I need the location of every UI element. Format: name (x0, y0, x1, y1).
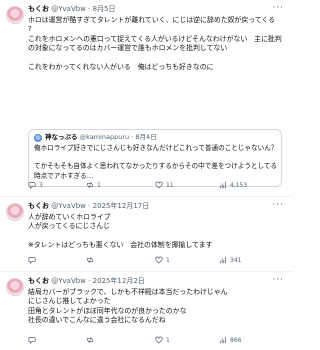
post-text: 人が辞めていくホロライブ 人が戻ってくるにじさんじ ※タレントはどっちも悪くない… (28, 213, 213, 250)
heart-icon (155, 336, 163, 344)
author-handle[interactable]: @YvaVbw (51, 202, 86, 210)
quoted-date: 8月4日 (135, 133, 157, 141)
views-count: 341 (230, 256, 242, 264)
reply-icon (28, 182, 36, 189)
quoted-author-handle: @kaminappuru (79, 133, 130, 141)
more-options-button[interactable]: ··· (272, 3, 284, 13)
reply-icon (28, 257, 36, 264)
quoted-author-name: 神なっぷる (45, 133, 78, 141)
repost-icon (87, 181, 93, 189)
views-icon (220, 256, 226, 264)
post-date[interactable]: 8月5日 (93, 5, 116, 13)
repost-icon (87, 256, 93, 264)
views-button[interactable]: 4,153 (219, 181, 247, 189)
like-button[interactable]: 11 (155, 181, 174, 189)
avatar[interactable] (6, 278, 24, 296)
author-name[interactable]: もくお (28, 202, 49, 210)
more-options-button[interactable]: ··· (272, 200, 284, 210)
views-button[interactable]: 866 (219, 336, 241, 344)
post-1[interactable]: もくお @YvaVbw · 8月5日 ··· ホロは運営が酷すぎてタレントが離れ… (0, 0, 292, 197)
post-text: 結局カバーがブラックで、しかも不祥殿は本当だったわけじゃん にじさんじ推してよか… (28, 288, 228, 325)
like-count: 11 (166, 181, 174, 189)
avatar[interactable] (6, 6, 24, 24)
post-actions: 3 1 11 4,153 (28, 181, 286, 191)
reply-count: 3 (39, 181, 43, 189)
post-actions: 1 866 (28, 336, 286, 346)
author-name[interactable]: もくお (28, 277, 49, 285)
more-options-button[interactable]: ··· (272, 275, 284, 285)
post-actions: 1 341 (28, 256, 286, 266)
repost-button[interactable] (86, 336, 97, 344)
quoted-post[interactable]: 神なっぷる @kaminappuru · 8月4日 俺ホロライブ好きでにじさんじ… (28, 129, 282, 187)
quoted-avatar (34, 134, 42, 142)
heart-icon (155, 256, 163, 264)
author-handle[interactable]: @YvaVbw (51, 277, 86, 285)
like-count: 1 (166, 336, 170, 344)
reply-button[interactable] (28, 336, 39, 344)
post-3[interactable]: もくお @YvaVbw · 2025年12月2日 ··· 結局カバーがブラックで… (0, 272, 292, 350)
like-button[interactable]: 1 (155, 256, 170, 264)
repost-count: 1 (97, 181, 101, 189)
author-name[interactable]: もくお (28, 5, 49, 13)
post-header: もくお @YvaVbw · 8月5日 (28, 5, 116, 13)
heart-icon (155, 181, 163, 189)
post-date[interactable]: 2025年12月2日 (93, 277, 145, 285)
post-header: もくお @YvaVbw · 2025年12月17日 (28, 202, 150, 210)
views-button[interactable]: 341 (219, 256, 241, 264)
reply-button[interactable] (28, 256, 39, 264)
like-count: 1 (166, 256, 170, 264)
post-text: ホロは運営が酷すぎてタレントが離れていく、にじは逆に辞めた奴が戻ってくる ? こ… (28, 16, 282, 72)
avatar[interactable] (6, 203, 24, 221)
post-header: もくお @YvaVbw · 2025年12月2日 (28, 277, 145, 285)
repost-icon (87, 336, 93, 344)
quoted-text: 俺ホロライブ好きでにじさんじも好きなんだけどこれって普通のことじゃないん？ てか… (34, 144, 278, 180)
views-icon (220, 336, 226, 344)
quoted-header: 神なっぷる @kaminappuru · 8月4日 (45, 133, 157, 141)
reply-button[interactable]: 3 (28, 181, 43, 189)
post-date[interactable]: 2025年12月17日 (93, 202, 150, 210)
post-2[interactable]: もくお @YvaVbw · 2025年12月17日 ··· 人が辞めていくホロラ… (0, 197, 292, 272)
like-button[interactable]: 1 (155, 336, 170, 344)
views-icon (220, 181, 226, 189)
reply-icon (28, 337, 36, 344)
repost-button[interactable] (86, 256, 97, 264)
views-count: 866 (230, 336, 242, 344)
views-count: 4,153 (230, 181, 248, 189)
author-handle[interactable]: @YvaVbw (51, 5, 86, 13)
repost-button[interactable]: 1 (86, 181, 101, 189)
